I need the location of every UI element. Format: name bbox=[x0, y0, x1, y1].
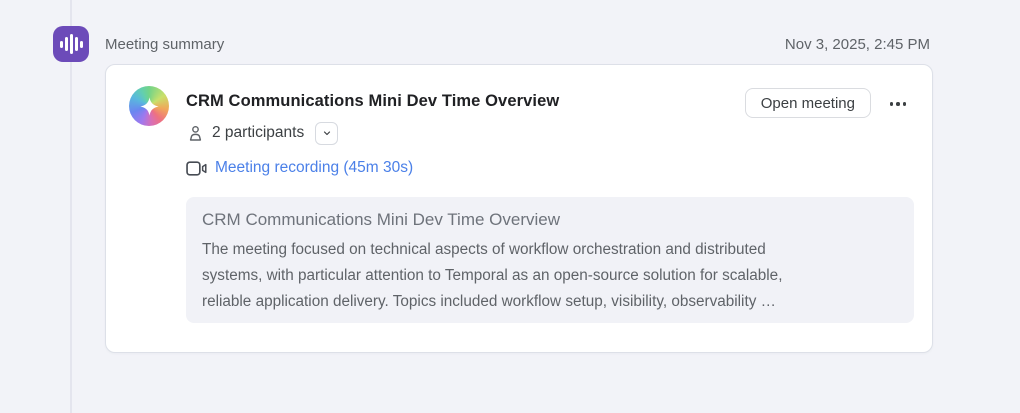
recording-row: Meeting recording (45m 30s) bbox=[186, 157, 413, 179]
summary-body-line: reliable application delivery. Topics in… bbox=[202, 289, 898, 315]
ellipsis-icon bbox=[890, 102, 894, 106]
chevron-down-icon bbox=[321, 127, 333, 139]
participants-row: 2 participants bbox=[186, 121, 338, 145]
meeting-title: CRM Communications Mini Dev Time Overvie… bbox=[186, 92, 559, 111]
meeting-recording-link[interactable]: Meeting recording (45m 30s) bbox=[215, 159, 413, 177]
meeting-card: CRM Communications Mini Dev Time Overvie… bbox=[105, 64, 933, 353]
participants-count: 2 participants bbox=[212, 124, 304, 142]
more-options-button[interactable] bbox=[882, 92, 914, 116]
summary-heading: CRM Communications Mini Dev Time Overvie… bbox=[202, 210, 898, 230]
participants-expand-button[interactable] bbox=[315, 122, 338, 145]
waveform-icon bbox=[53, 26, 89, 62]
summary-body-line: The meeting focused on technical aspects… bbox=[202, 237, 898, 263]
sparkle-star-icon bbox=[138, 95, 161, 118]
summary-box: CRM Communications Mini Dev Time Overvie… bbox=[186, 197, 914, 323]
summary-body-line: systems, with particular attention to Te… bbox=[202, 263, 898, 289]
open-meeting-button[interactable]: Open meeting bbox=[745, 88, 871, 118]
meeting-summary-panel: Meeting summary Nov 3, 2025, 2:45 PM CRM… bbox=[0, 0, 1020, 413]
person-icon bbox=[186, 124, 205, 143]
timestamp: Nov 3, 2025, 2:45 PM bbox=[785, 36, 930, 53]
event-title: Meeting summary bbox=[105, 36, 224, 53]
ai-sparkle-icon bbox=[129, 86, 169, 126]
video-camera-icon bbox=[186, 160, 207, 177]
